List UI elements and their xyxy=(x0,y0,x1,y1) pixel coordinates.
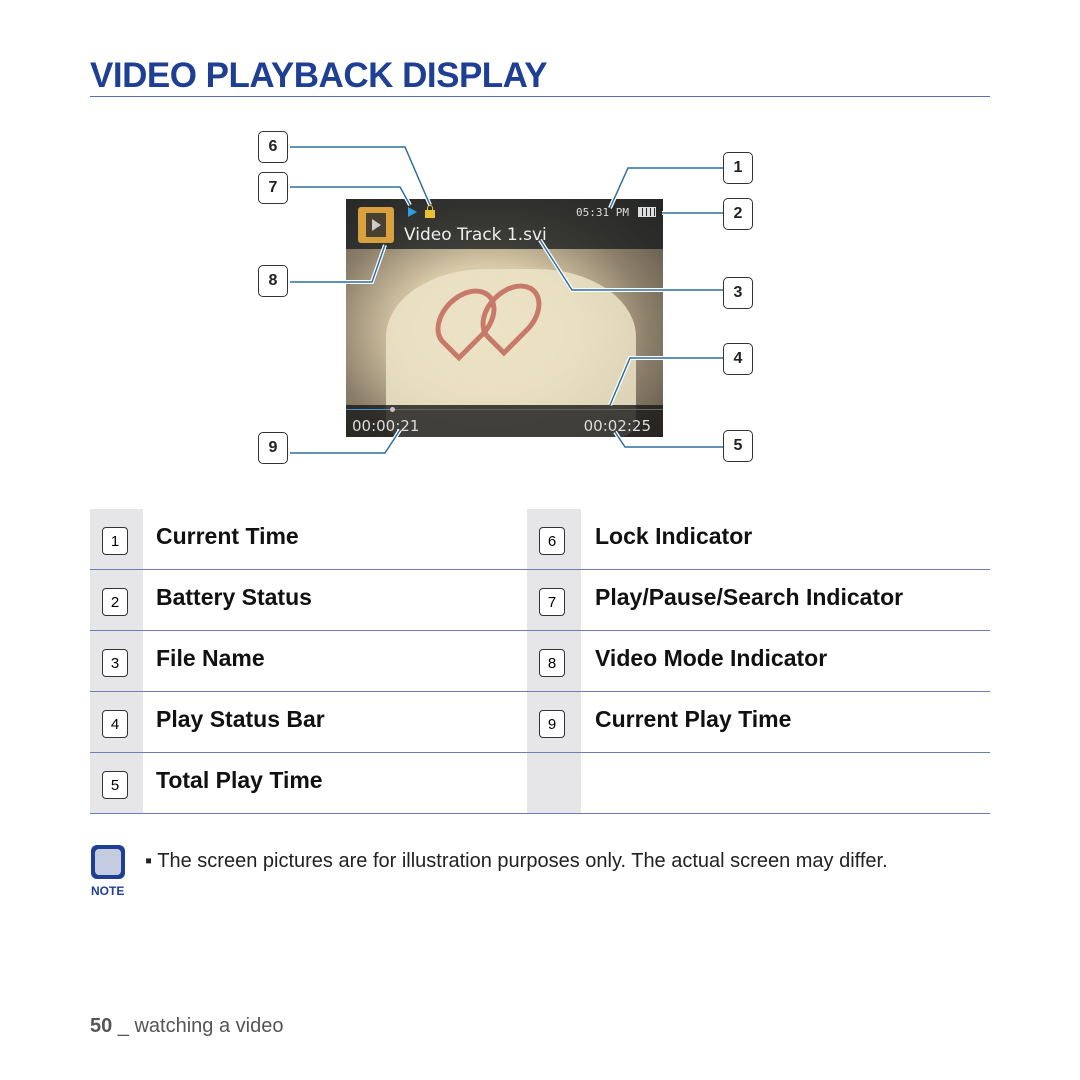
table-row: 1 Current Time 6 Lock Indicator xyxy=(90,509,990,570)
table-row: 3 File Name 8 Video Mode Indicator xyxy=(90,631,990,692)
legend-label: Lock Indicator xyxy=(595,523,753,549)
callout-7: 7 xyxy=(258,172,288,204)
table-row: 2 Battery Status 7 Play/Pause/Search Ind… xyxy=(90,570,990,631)
callout-4: 4 xyxy=(723,343,753,375)
legend-label: File Name xyxy=(156,645,265,671)
legend-label: Total Play Time xyxy=(156,767,323,793)
legend-number: 7 xyxy=(539,588,565,616)
legend-label: Current Time xyxy=(156,523,299,549)
callout-1: 1 xyxy=(723,152,753,184)
table-row: 4 Play Status Bar 9 Current Play Time xyxy=(90,692,990,753)
callout-8: 8 xyxy=(258,265,288,297)
section-name: _ watching a video xyxy=(112,1015,284,1037)
note-text: ▪ The screen pictures are for illustrati… xyxy=(145,850,888,872)
legend-number: 3 xyxy=(102,649,128,677)
manual-page: VIDEO PLAYBACK DISPLAY 05:31 PM Video Tr… xyxy=(0,0,1080,1080)
note-pencil-icon xyxy=(91,845,125,879)
legend-number: 4 xyxy=(102,710,128,738)
legend-table: 1 Current Time 6 Lock Indicator 2 Batter… xyxy=(90,509,990,814)
legend-label: Play/Pause/Search Indicator xyxy=(595,584,904,610)
legend-number: 5 xyxy=(102,771,128,799)
legend-number: 6 xyxy=(539,527,565,555)
callout-6: 6 xyxy=(258,131,288,163)
callout-5: 5 xyxy=(723,430,753,462)
callout-2: 2 xyxy=(723,198,753,230)
legend-label: Battery Status xyxy=(156,584,312,610)
callout-3: 3 xyxy=(723,277,753,309)
page-footer: 50 _ watching a video xyxy=(90,1015,283,1038)
legend-number: 2 xyxy=(102,588,128,616)
legend-number: 8 xyxy=(539,649,565,677)
legend-label: Video Mode Indicator xyxy=(595,645,828,671)
callout-9: 9 xyxy=(258,432,288,464)
legend-number: 1 xyxy=(102,527,128,555)
note-label: NOTE xyxy=(91,884,125,898)
table-row: 5 Total Play Time xyxy=(90,753,990,814)
page-number: 50 xyxy=(90,1015,113,1037)
legend-label: Play Status Bar xyxy=(156,706,325,732)
legend-number: 9 xyxy=(539,710,565,738)
legend-label: Current Play Time xyxy=(595,706,792,732)
